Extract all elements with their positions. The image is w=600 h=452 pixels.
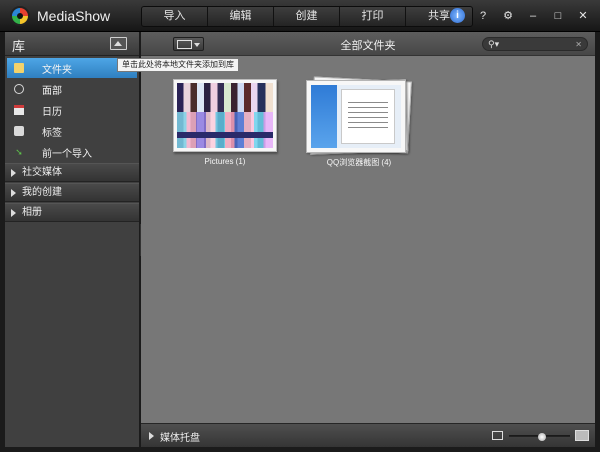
media-tray-label[interactable]: 媒体托盘 xyxy=(160,429,200,444)
menu-print[interactable]: 打印 xyxy=(340,7,406,26)
menu-edit[interactable]: 编辑 xyxy=(208,7,274,26)
folder-thumbnail-pictures[interactable]: Pictures (1) xyxy=(173,79,277,199)
add-folder-tooltip: 单击此处将本地文件夹添加到库 xyxy=(117,58,239,72)
library-item-calendar[interactable]: 日历 xyxy=(7,100,137,120)
window-controls: i ? ⚙ – □ ✕ xyxy=(449,7,592,25)
section-label: 相册 xyxy=(22,207,42,218)
title-bar: MediaShow 导入 编辑 创建 打印 共享 i ? ⚙ – □ ✕ xyxy=(0,0,600,32)
thumbnail-image xyxy=(311,85,401,148)
help-button[interactable]: ? xyxy=(474,7,492,25)
library-item-label: 前一个导入 xyxy=(42,148,92,160)
maximize-button[interactable]: □ xyxy=(549,7,567,25)
library-item-tags[interactable]: 标签 xyxy=(7,121,137,141)
section-label: 社交媒体 xyxy=(22,167,62,178)
section-my-creations[interactable]: 我的创建 xyxy=(5,183,139,202)
menu-create[interactable]: 创建 xyxy=(274,7,340,26)
calendar-icon xyxy=(14,105,24,115)
app-logo-icon xyxy=(10,6,30,26)
media-tray-bar: 媒体托盘 xyxy=(141,423,595,447)
gear-icon: ⚙ xyxy=(503,10,513,22)
thumbnail-label: QQ浏览器截图 (4) xyxy=(326,158,392,167)
main-panel: 全部文件夹 ⚲▾ ✕ Pictures (1) QQ浏览器截图 (4) 媒体托盘 xyxy=(141,32,595,447)
thumbnail-label: Pictures (1) xyxy=(204,157,246,166)
import-arrow-icon: ➘ xyxy=(15,147,23,157)
settings-button[interactable]: ⚙ xyxy=(499,7,517,25)
thumbnail-image xyxy=(177,83,273,148)
expand-arrow-icon xyxy=(11,189,16,197)
library-item-last-import[interactable]: ➘ 前一个导入 xyxy=(7,142,137,162)
section-albums[interactable]: 相册 xyxy=(5,203,139,222)
folder-thumbnail-qq-screenshots[interactable]: QQ浏览器截图 (4) xyxy=(304,76,414,199)
library-item-faces[interactable]: 面部 xyxy=(7,79,137,99)
menu-import[interactable]: 导入 xyxy=(142,7,208,26)
small-thumbnails-icon[interactable] xyxy=(492,431,503,440)
info-icon: i xyxy=(450,8,465,23)
minimize-button[interactable]: – xyxy=(524,7,542,25)
library-item-label: 文件夹 xyxy=(42,64,72,76)
section-label: 我的创建 xyxy=(22,187,62,198)
info-button[interactable]: i xyxy=(449,7,467,25)
library-item-label: 标签 xyxy=(42,127,62,139)
expand-arrow-icon xyxy=(11,209,16,217)
expand-tray-icon[interactable] xyxy=(149,432,154,440)
search-input[interactable] xyxy=(503,38,573,50)
close-button[interactable]: ✕ xyxy=(574,7,592,25)
folder-icon xyxy=(14,63,24,73)
clear-search-icon[interactable]: ✕ xyxy=(575,38,582,51)
large-thumbnails-icon[interactable] xyxy=(575,430,589,441)
face-icon xyxy=(14,84,24,94)
main-menu: 导入 编辑 创建 打印 共享 xyxy=(141,6,473,27)
zoom-slider-handle[interactable] xyxy=(538,433,547,441)
thumbnail-frame xyxy=(173,79,277,152)
main-toolbar: 全部文件夹 ⚲▾ ✕ xyxy=(141,32,595,56)
section-social-media[interactable]: 社交媒体 xyxy=(5,163,139,182)
library-item-label: 面部 xyxy=(42,85,62,97)
library-header: 库 xyxy=(5,32,139,56)
zoom-slider[interactable] xyxy=(509,433,570,441)
library-item-label: 日历 xyxy=(42,106,62,118)
search-box: ⚲▾ ✕ xyxy=(482,37,588,51)
tag-icon xyxy=(14,126,24,136)
thumbnail-frame xyxy=(306,80,406,153)
expand-arrow-icon xyxy=(11,169,16,177)
library-sidebar: 库 文件夹 面部 日历 标签 ➘ 前一个导入 社交媒体 我的创建 相册 xyxy=(5,32,140,447)
add-folder-button[interactable] xyxy=(110,37,127,50)
search-icon[interactable]: ⚲▾ xyxy=(488,38,499,51)
app-title: MediaShow xyxy=(37,8,111,24)
library-title: 库 xyxy=(12,39,26,54)
